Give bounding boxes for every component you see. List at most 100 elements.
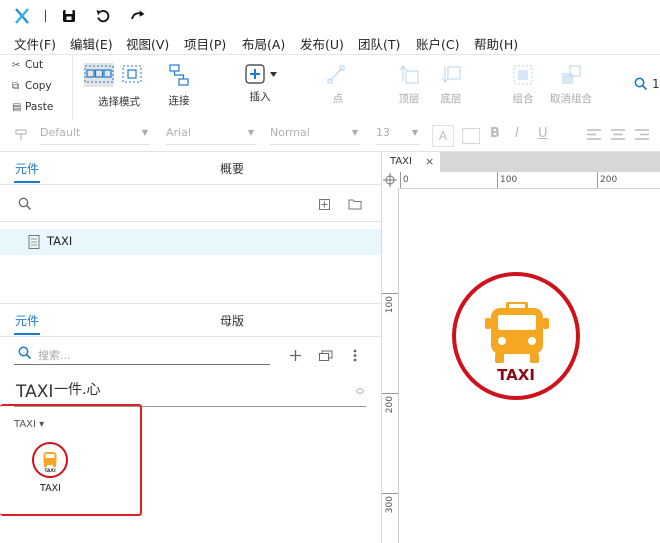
- chevron-down-icon: ▼: [141, 128, 148, 137]
- toolbar-search[interactable]: 1: [634, 77, 660, 91]
- align-center-icon[interactable]: [611, 129, 625, 140]
- library-name: TAXI: [16, 382, 54, 402]
- document-tab[interactable]: TAXI ×: [382, 152, 440, 172]
- library-search-input[interactable]: 搜索...: [14, 342, 270, 365]
- menu-publish[interactable]: 发布(U): [300, 34, 344, 53]
- select-intersect-icon[interactable]: [84, 63, 114, 87]
- copy-icon: ⧉: [12, 81, 20, 92]
- left-pane: 元件 概要 TAXI 元件 母版 搜索... TAXI 一件.心 ︿ ﹀ TAX…: [0, 152, 382, 543]
- select-contain-icon[interactable]: [120, 63, 144, 87]
- tab-outline[interactable]: 概要: [220, 160, 244, 177]
- group-button[interactable]: 组合: [510, 63, 536, 106]
- title-bar: [0, 0, 660, 32]
- insert-plus-icon: [244, 64, 265, 84]
- library-windows-icon[interactable]: [319, 350, 333, 361]
- page-tree-item[interactable]: TAXI: [0, 229, 381, 255]
- redo-icon[interactable]: [129, 7, 147, 25]
- point-button[interactable]: 点: [325, 63, 351, 106]
- font-select-value: Arial: [166, 126, 191, 139]
- menu-layout[interactable]: 布局(A): [242, 34, 285, 53]
- main-toolbar: ✂ Cut ⧉ Copy ▤ Paste 选择模式 连接 插入 点 顶层 底层 …: [0, 54, 660, 120]
- menu-account[interactable]: 账户(C): [416, 34, 459, 53]
- save-icon[interactable]: [60, 7, 78, 25]
- ruler-tick: [382, 393, 398, 394]
- paste-label: Paste: [25, 101, 54, 113]
- ruler-tick: [597, 172, 598, 188]
- tab-masters[interactable]: 母版: [220, 312, 244, 329]
- add-library-icon[interactable]: [290, 350, 301, 361]
- connector-icon: [169, 64, 189, 86]
- cut-button[interactable]: ✂ Cut: [12, 59, 43, 71]
- ruler-tick: [400, 172, 401, 188]
- chevron-down-icon: ▼: [247, 128, 254, 137]
- library-panel-tabs: 元件 母版: [0, 303, 381, 337]
- font-select[interactable]: Arial ▼: [166, 126, 256, 145]
- select-mode-button[interactable]: 选择模式: [84, 63, 152, 109]
- search-icon: [634, 77, 648, 91]
- canvas-page[interactable]: TAXI: [399, 189, 660, 543]
- add-page-icon[interactable]: [319, 199, 330, 210]
- paste-button[interactable]: ▤ Paste: [12, 101, 53, 113]
- search-icon[interactable]: [18, 197, 32, 211]
- send-to-back-button[interactable]: 底层: [438, 63, 464, 106]
- toolbar-divider: [72, 55, 73, 119]
- bring-to-front-icon: [399, 65, 419, 84]
- undo-icon[interactable]: [94, 7, 112, 25]
- copy-label: Copy: [25, 80, 52, 92]
- menu-view[interactable]: 视图(V): [126, 34, 169, 53]
- point-label: 点: [332, 93, 344, 105]
- search-icon: [18, 346, 32, 360]
- title-separator: [45, 10, 46, 22]
- scissors-icon: ✂: [12, 60, 21, 71]
- crosshair-icon: [383, 173, 397, 187]
- font-weight-value: Normal: [270, 126, 310, 139]
- ruler-h-label: 100: [500, 175, 518, 185]
- selection-highlight-box: [0, 404, 142, 516]
- style-select[interactable]: Default ▼: [40, 126, 150, 145]
- font-size-select[interactable]: 13 ▼: [376, 126, 420, 145]
- menu-file[interactable]: 文件(F): [14, 34, 56, 53]
- taxi-label: TAXI: [497, 366, 535, 384]
- send-to-back-icon: [441, 66, 461, 83]
- text-color-icon[interactable]: A: [432, 125, 454, 147]
- bottom-layer-label: 底层: [440, 93, 462, 105]
- copy-button[interactable]: ⧉ Copy: [12, 80, 52, 92]
- menu-help[interactable]: 帮助(H): [474, 34, 518, 53]
- underline-icon[interactable]: U: [538, 126, 548, 141]
- ungroup-button[interactable]: 取消组合: [549, 63, 593, 106]
- ruler-v-label: 300: [385, 496, 395, 514]
- folder-icon[interactable]: [348, 198, 362, 210]
- ruler-v-label: 100: [385, 296, 395, 314]
- ruler-tick: [382, 493, 398, 494]
- format-bar: Default ▼ Arial ▼ Normal ▼ 13 ▼ A B I U: [0, 119, 660, 152]
- menu-edit[interactable]: 编辑(E): [70, 34, 113, 53]
- ruler-tick: [497, 172, 498, 188]
- select-mode-label: 选择模式: [98, 96, 140, 108]
- more-options-icon[interactable]: [353, 349, 357, 362]
- bring-to-front-button[interactable]: 顶层: [396, 63, 422, 106]
- menu-bar: 文件(F) 编辑(E) 视图(V) 项目(P) 布局(A) 发布(U) 团队(T…: [0, 32, 660, 54]
- bold-icon[interactable]: B: [490, 126, 500, 141]
- fill-color-icon[interactable]: [462, 128, 480, 144]
- font-weight-select[interactable]: Normal ▼: [270, 126, 360, 145]
- close-icon[interactable]: ×: [425, 155, 434, 168]
- connect-button[interactable]: 连接: [163, 63, 195, 108]
- tab-pages[interactable]: 元件: [15, 160, 39, 177]
- menu-team[interactable]: 团队(T): [358, 34, 400, 53]
- tab-libraries[interactable]: 元件: [15, 312, 39, 329]
- page-name: TAXI: [47, 234, 73, 248]
- library-search-placeholder: 搜索...: [38, 349, 71, 362]
- italic-icon[interactable]: I: [515, 126, 519, 141]
- group-label: 组合: [512, 93, 534, 105]
- align-left-icon[interactable]: [587, 129, 601, 140]
- menu-project[interactable]: 项目(P): [184, 34, 226, 53]
- cut-label: Cut: [25, 59, 44, 71]
- top-layer-label: 顶层: [398, 93, 420, 105]
- align-right-icon[interactable]: [635, 129, 649, 140]
- insert-button[interactable]: 插入: [238, 63, 282, 104]
- page-icon: [28, 235, 40, 249]
- paste-icon: ▤: [12, 102, 22, 113]
- taxi-badge[interactable]: TAXI: [451, 271, 581, 401]
- ruler-tick: [382, 293, 398, 294]
- library-select[interactable]: TAXI 一件.心 ︿ ﹀: [14, 376, 366, 407]
